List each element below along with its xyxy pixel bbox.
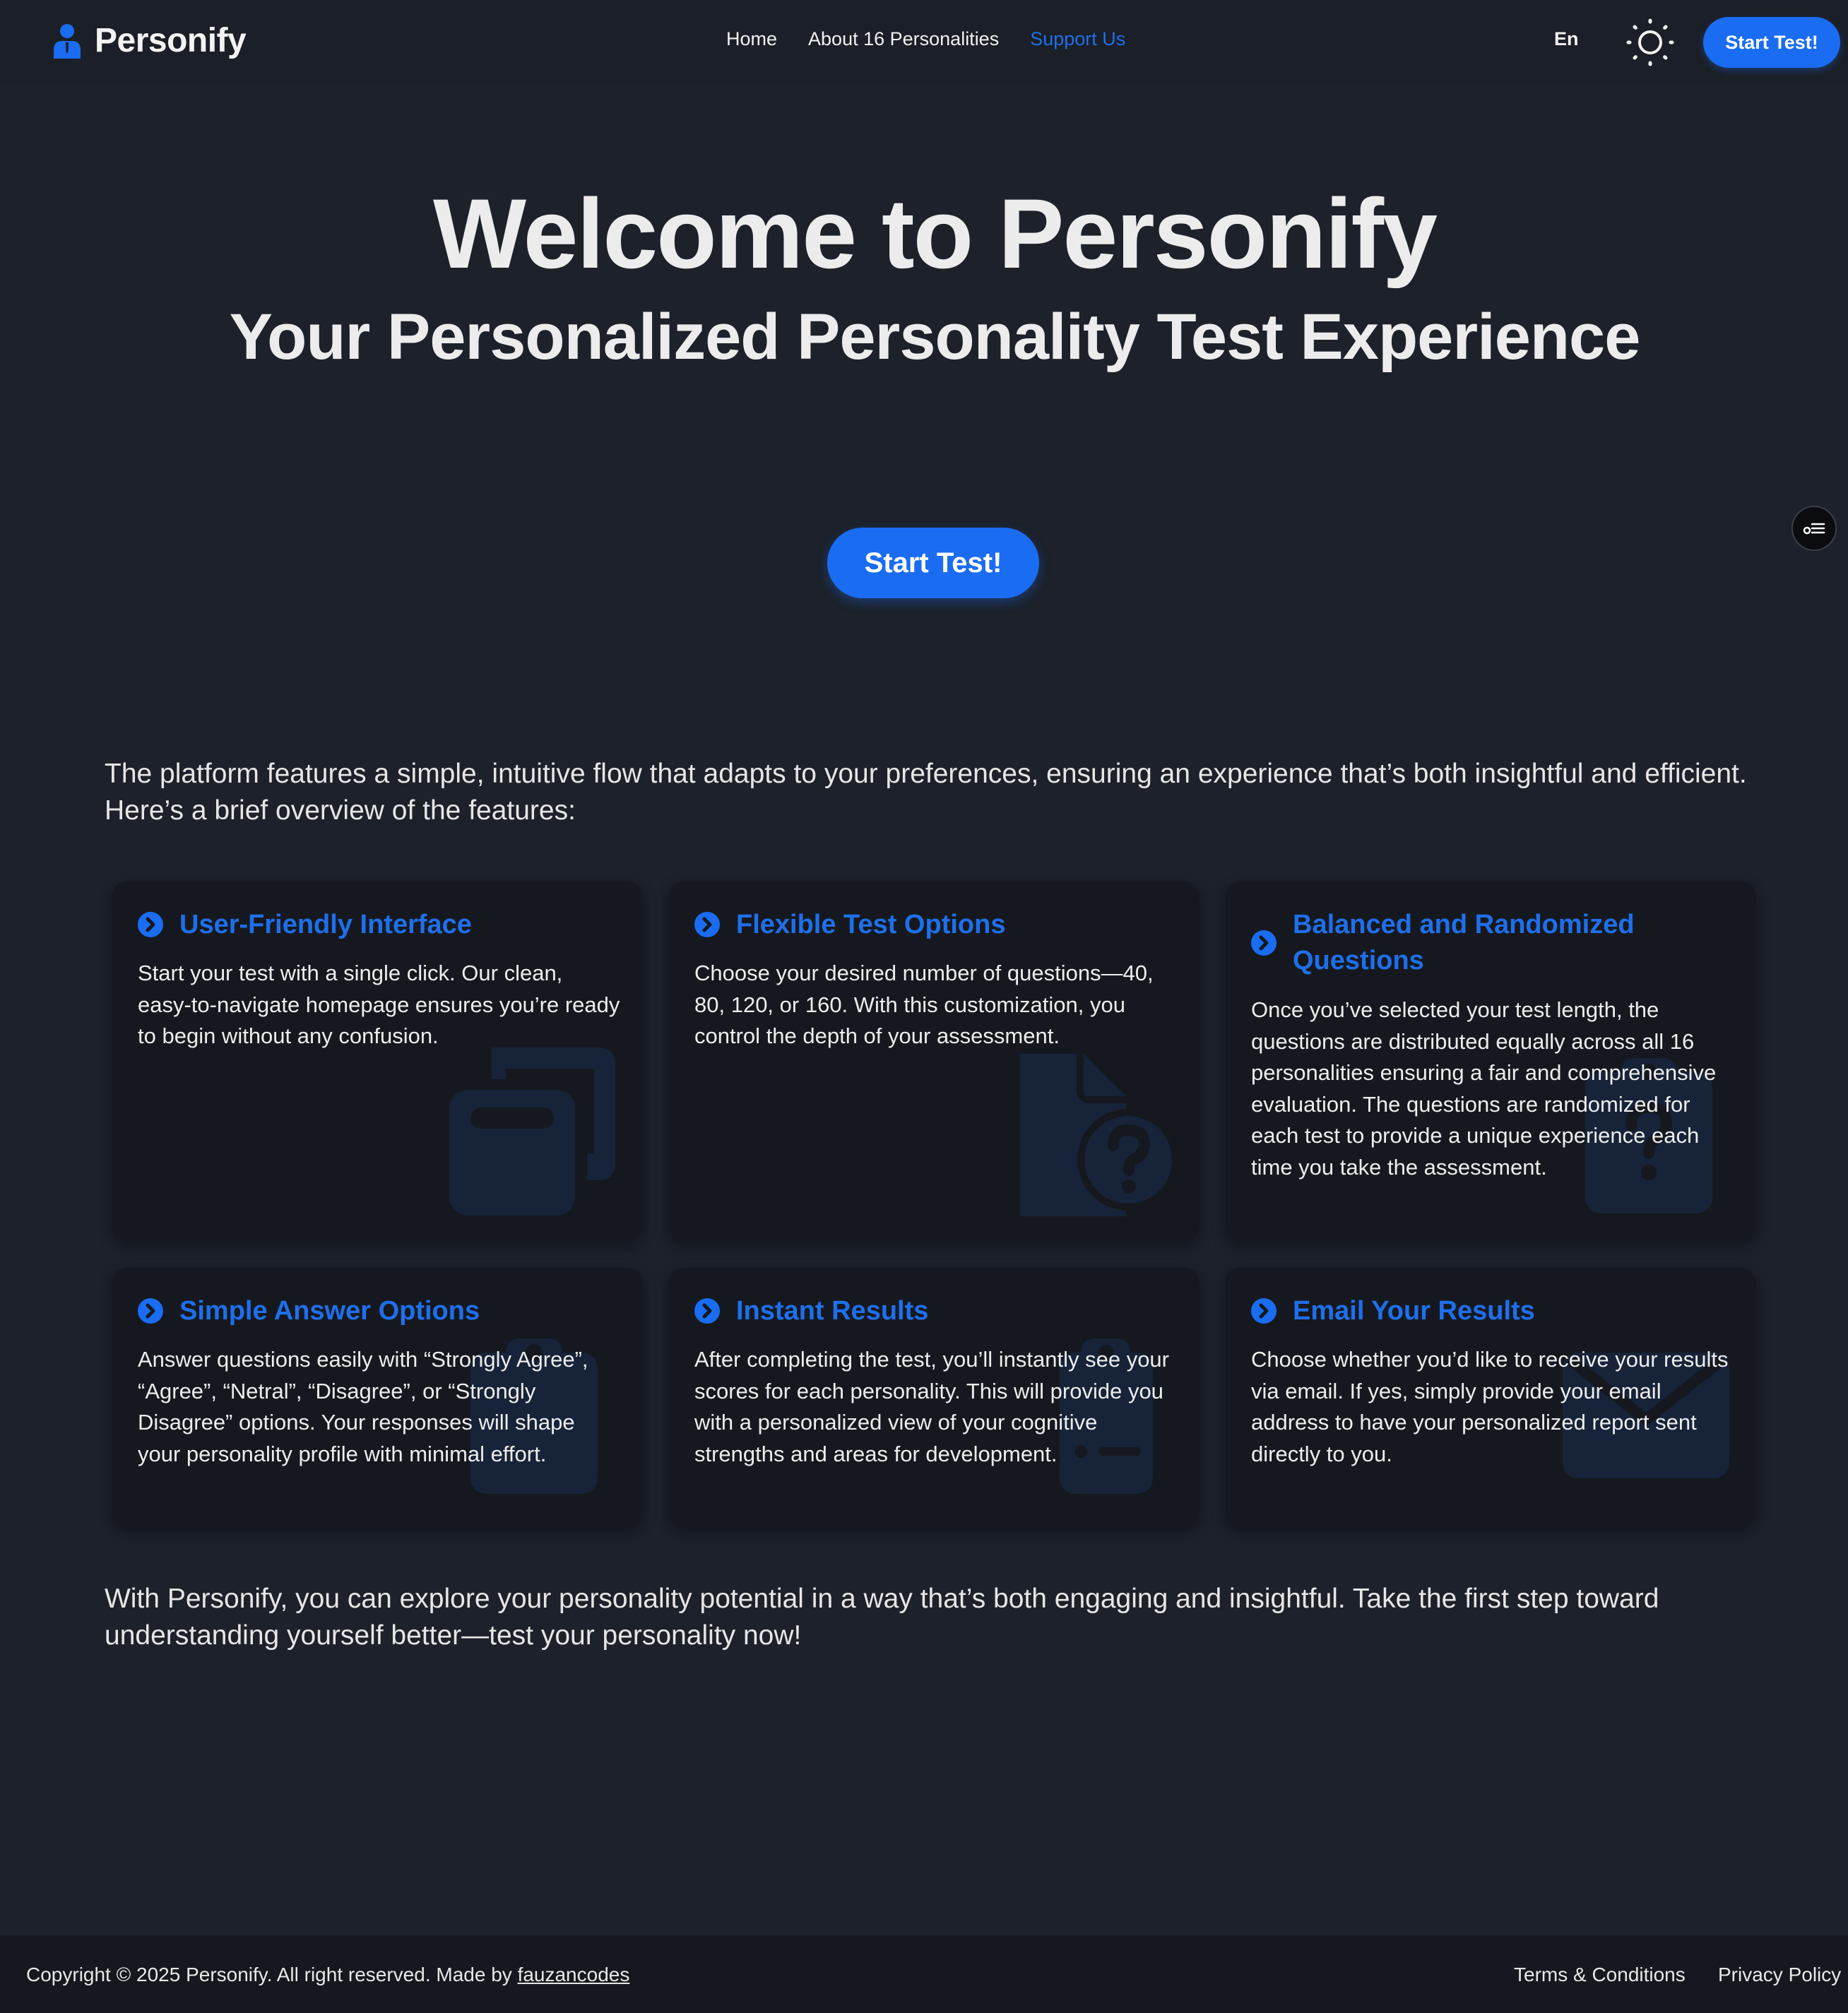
feature-title: Balanced and Randomized Questions xyxy=(1293,910,1635,975)
sun-icon[interactable] xyxy=(1626,18,1674,66)
nav-start-test-button[interactable]: Start Test! xyxy=(1703,17,1840,68)
chevron-circle-icon xyxy=(1251,1298,1277,1324)
feature-title: Simple Answer Options xyxy=(179,1296,480,1326)
side-widget-button[interactable] xyxy=(1791,506,1837,551)
nav-link-support[interactable]: Support Us xyxy=(1030,28,1125,50)
terms-link[interactable]: Terms & Conditions xyxy=(1514,1964,1686,1986)
brand-name: Personify xyxy=(95,22,247,59)
chevron-circle-icon xyxy=(694,1298,720,1324)
privacy-link[interactable]: Privacy Policy xyxy=(1718,1964,1841,1986)
feature-description: Start your test with a single click. Our… xyxy=(138,961,620,1048)
feature-card-email-results: Email Your Results Choose whether you’d … xyxy=(1225,1268,1756,1528)
chevron-circle-icon xyxy=(694,912,720,937)
settings-sliders-icon xyxy=(1803,523,1825,535)
feature-description: After completing the test, you’ll instan… xyxy=(694,1347,1169,1466)
feature-title: User-Friendly Interface xyxy=(179,910,472,939)
feature-card-balanced-randomized: Balanced and Randomized Questions Once y… xyxy=(1225,881,1756,1242)
copyright-text: Copyright © 2025 Personify. All right re… xyxy=(26,1964,629,1986)
hero-title: Welcome to Personify xyxy=(432,178,1438,289)
feature-title: Flexible Test Options xyxy=(736,910,1006,939)
user-icon xyxy=(54,23,81,59)
feature-card-user-friendly: User-Friendly Interface Start your test … xyxy=(112,881,643,1242)
nav-link-about[interactable]: About 16 Personalities xyxy=(808,28,999,50)
feature-description: Choose whether you’d like to receive you… xyxy=(1251,1347,1729,1466)
feature-title: Email Your Results xyxy=(1293,1296,1535,1326)
feature-description: Once you’ve selected your test length, t… xyxy=(1251,997,1717,1180)
feature-card-instant-results: Instant Results After completing the tes… xyxy=(668,1268,1200,1528)
hero-subtitle: Your Personalized Personality Test Exper… xyxy=(229,301,1641,373)
chevron-circle-icon xyxy=(138,912,163,937)
feature-description: Answer questions easily with “Strongly A… xyxy=(138,1347,588,1466)
copyright-label: Copyright © 2025 Personify. All right re… xyxy=(26,1964,518,1985)
feature-card-simple-answers: Simple Answer Options Answer questions e… xyxy=(112,1268,643,1528)
feature-description: Choose your desired number of questions—… xyxy=(694,961,1154,1048)
author-link[interactable]: fauzancodes xyxy=(518,1964,630,1985)
chevron-circle-icon xyxy=(1251,930,1277,956)
file-question-icon xyxy=(1020,1054,1175,1216)
language-switcher[interactable]: En xyxy=(1554,28,1579,50)
footer: Copyright © 2025 Personify. All right re… xyxy=(0,1935,1848,2013)
hero-start-test-button[interactable]: Start Test! xyxy=(827,528,1039,598)
logo-link[interactable]: Personify xyxy=(52,21,247,60)
copy-icon xyxy=(449,1047,615,1216)
outro-paragraph: With Personify, you can explore your per… xyxy=(105,1584,1659,1651)
chevron-circle-icon xyxy=(138,1298,163,1324)
intro-paragraph: The platform features a simple, intuitiv… xyxy=(105,759,1747,826)
feature-card-flexible-options: Flexible Test Options Choose your desire… xyxy=(668,881,1200,1242)
navbar: Personify Home About 16 Personalities Su… xyxy=(0,0,1848,85)
main-nav: Home About 16 Personalities Support Us xyxy=(726,28,1125,50)
feature-title: Instant Results xyxy=(736,1296,929,1326)
nav-link-home[interactable]: Home xyxy=(726,28,777,50)
